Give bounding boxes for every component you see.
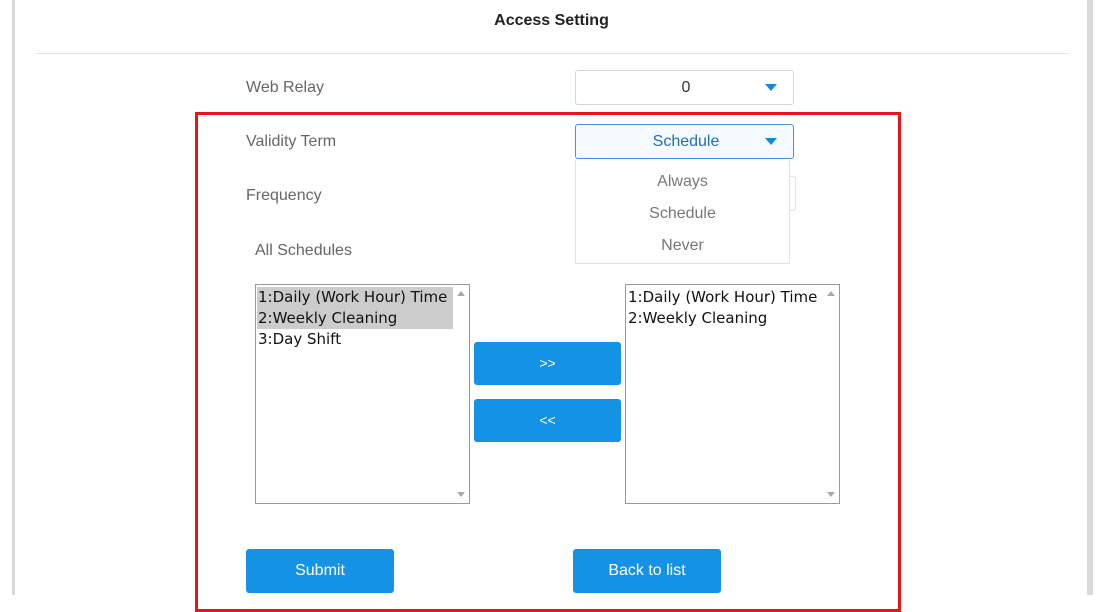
list-scrollbar[interactable] xyxy=(823,285,839,503)
list-item[interactable]: 3:Day Shift xyxy=(257,329,453,350)
web-relay-value: 0 xyxy=(681,79,691,96)
scroll-up-icon[interactable] xyxy=(457,291,465,296)
list-item[interactable]: 1:Daily (Work Hour) Time xyxy=(257,287,453,308)
add-schedule-button[interactable]: >> xyxy=(474,342,621,385)
page-scrollbar[interactable] xyxy=(1087,0,1093,595)
scroll-down-icon[interactable] xyxy=(457,492,465,497)
back-to-list-button[interactable]: Back to list xyxy=(573,549,721,593)
remove-schedule-button[interactable]: << xyxy=(474,399,621,442)
available-schedules-list[interactable]: 1:Daily (Work Hour) Time 2:Weekly Cleani… xyxy=(255,284,470,504)
selected-schedules-list[interactable]: 1:Daily (Work Hour) Time 2:Weekly Cleani… xyxy=(625,284,840,504)
page-title: Access Setting xyxy=(494,12,609,29)
list-scrollbar[interactable] xyxy=(453,285,469,503)
scroll-down-icon[interactable] xyxy=(827,492,835,497)
page-left-border xyxy=(12,0,15,595)
web-relay-label: Web Relay xyxy=(246,79,324,96)
list-item[interactable]: 1:Daily (Work Hour) Time xyxy=(627,287,823,308)
submit-button[interactable]: Submit xyxy=(246,549,394,593)
scroll-up-icon[interactable] xyxy=(827,291,835,296)
list-item[interactable]: 2:Weekly Cleaning xyxy=(627,308,823,329)
header-divider xyxy=(36,53,1069,54)
web-relay-select[interactable]: 0 xyxy=(575,70,794,105)
list-item[interactable]: 2:Weekly Cleaning xyxy=(257,308,453,329)
chevron-down-icon xyxy=(765,84,777,91)
